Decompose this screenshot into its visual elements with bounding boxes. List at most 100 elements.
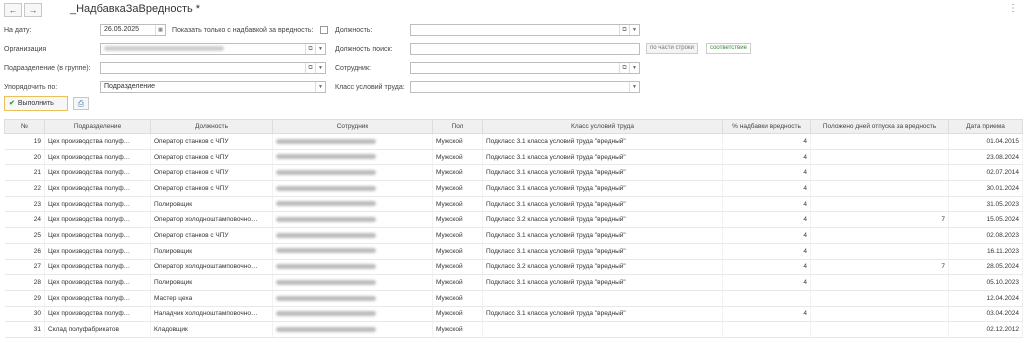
column-header[interactable]: Положено дней отпуска за вредность [810,119,949,134]
gender-cell: Мужской [432,164,483,182]
hire-date-cell: 05.10.2023 [948,274,1023,291]
match-exact-toggle[interactable]: соответствие [706,43,751,54]
position-field[interactable]: ⧉ ▼ [410,24,640,36]
employee-name-redacted [276,138,376,144]
match-part-toggle[interactable]: по части строки [646,43,698,54]
open-icon[interactable]: ⧉ [619,63,629,73]
table-header-row: № Подразделение Должность Сотрудник Пол Класс… [4,119,1023,134]
arrow-right-icon: → [28,5,38,15]
employee-field[interactable]: ⧉ ▼ [410,62,640,74]
table-row[interactable]: 22 Цех производства полуф… Оператор станко… [4,180,1023,197]
order-select[interactable]: Подразделение ▼ [100,81,326,93]
position-cell: Наладчик холодноштамповочно… [150,306,273,323]
column-header[interactable]: % надбавки вредность [722,119,811,134]
forward-button[interactable]: → [24,3,42,17]
table-row[interactable]: 29 Цех производства полуф… Мастер цеха Мужс… [4,290,1023,307]
employee-name-redacted [276,185,376,191]
column-header[interactable]: Дата приема [948,119,1023,134]
position-cell: Оператор станков с ЧПУ [150,133,273,150]
column-header[interactable]: Сотрудник [272,119,433,134]
chevron-down-icon[interactable]: ▼ [629,25,639,35]
vacation-days-cell [810,274,949,291]
position-label: Должность: [335,27,373,34]
hazard-percent-cell: 4 [722,164,811,182]
table-row[interactable]: 20 Цех производства полуф… Оператор станко… [4,149,1023,166]
employee-cell [272,274,433,291]
open-icon[interactable]: ⧉ [619,25,629,35]
hazard-percent-cell: 4 [722,243,811,260]
position-cell: Полировщик [150,274,273,291]
hazard-percent-cell: 4 [722,180,811,197]
work-class-cell: Подкласс 3.1 класса условий труда "вредн… [482,227,723,244]
hire-date-cell: 03.04.2024 [948,306,1023,323]
open-icon[interactable]: ⧉ [305,63,315,73]
column-header[interactable]: Пол [432,119,483,134]
work-class-select[interactable]: ▼ [410,81,640,93]
organization-field[interactable]: ⧉ ▼ [100,43,326,55]
position-cell: Оператор станков с ЧПУ [150,227,273,244]
more-menu-icon[interactable]: ⋮ [1008,3,1018,14]
table-row[interactable]: 23 Цех производства полуф… Полировщик Мужск… [4,196,1023,213]
calendar-icon[interactable]: ▦ [155,25,165,35]
run-button[interactable]: ✔ Выполнить [4,96,68,111]
organization-value [104,45,224,51]
hire-date-cell: 16.11.2023 [948,243,1023,260]
work-class-cell: Подкласс 3.1 класса условий труда "вредн… [482,243,723,260]
row-number: 27 [4,259,45,276]
employee-name-redacted [276,295,376,301]
column-header[interactable]: Должность [150,119,273,134]
work-class-label: Класс условий труда: [335,84,405,91]
table-row[interactable]: 30 Цех производства полуф… Наладчик холодн… [4,306,1023,323]
table-row[interactable]: 21 Цех производства полуф… Оператор станко… [4,164,1023,182]
chevron-down-icon[interactable]: ▼ [315,44,325,54]
chevron-down-icon[interactable]: ▼ [315,63,325,73]
date-label: На дату: [4,27,32,34]
organization-label: Организация [4,46,47,53]
column-header[interactable]: Класс условий труда [482,119,723,134]
chevron-down-icon[interactable]: ▼ [629,82,639,92]
table-row[interactable]: 25 Цех производства полуф… Оператор станко… [4,227,1023,244]
employee-cell [272,164,433,182]
table-row[interactable]: 28 Цех производства полуф… Полировщик Мужск… [4,274,1023,291]
gender-cell: Мужской [432,196,483,213]
gender-cell: Мужской [432,149,483,166]
table-row[interactable]: 31 Склад полуфабрикатов Кладовщик Мужской 02… [4,321,1023,338]
row-number: 29 [4,290,45,307]
work-class-cell: Подкласс 3.1 класса условий труда "вредн… [482,180,723,197]
row-number: 24 [4,211,45,229]
hazard-percent-cell: 4 [722,149,811,166]
position-cell: Оператор станков с ЧПУ [150,180,273,197]
employee-cell [272,196,433,213]
employee-cell [272,149,433,166]
employee-cell [272,259,433,276]
column-header[interactable]: № [4,119,45,134]
chevron-down-icon[interactable]: ▼ [315,82,325,92]
position-search-input[interactable] [410,43,640,55]
employee-cell [272,227,433,244]
department-cell: Цех производства полуф… [44,290,151,307]
table-row[interactable]: 19 Цех производства полуф… Оператор станко… [4,133,1023,150]
hire-date-cell: 15.05.2024 [948,211,1023,229]
work-class-cell: Подкласс 3.1 класса условий труда "вредн… [482,133,723,150]
row-number: 28 [4,274,45,291]
position-cell: Полировщик [150,243,273,260]
title-bar: ← → _НадбавкаЗаВредность * ⋮ [0,0,1024,20]
column-header[interactable]: Подразделение [44,119,151,134]
table-row[interactable]: 26 Цех производства полуф… Полировщик Мужск… [4,243,1023,260]
department-field[interactable]: ⧉ ▼ [100,62,326,74]
table-row[interactable]: 27 Цех производства полуф… Оператор холодн… [4,259,1023,276]
table-row[interactable]: 24 Цех производства полуф… Оператор холодн… [4,211,1023,229]
chevron-down-icon[interactable]: ▼ [629,63,639,73]
open-icon[interactable]: ⧉ [305,44,315,54]
department-cell: Цех производства полуф… [44,149,151,166]
arrow-left-icon: ← [8,5,18,15]
position-cell: Оператор станков с ЧПУ [150,164,273,182]
department-cell: Цех производства полуф… [44,164,151,182]
printer-icon: ⎙ [77,99,85,108]
department-cell: Цех производства полуф… [44,133,151,150]
print-button[interactable]: ⎙ [73,97,89,110]
gender-cell: Мужской [432,321,483,338]
date-field[interactable]: 26.05.2025 ▦ [100,24,166,36]
only-hazard-checkbox[interactable] [320,26,328,34]
back-button[interactable]: ← [4,3,22,17]
